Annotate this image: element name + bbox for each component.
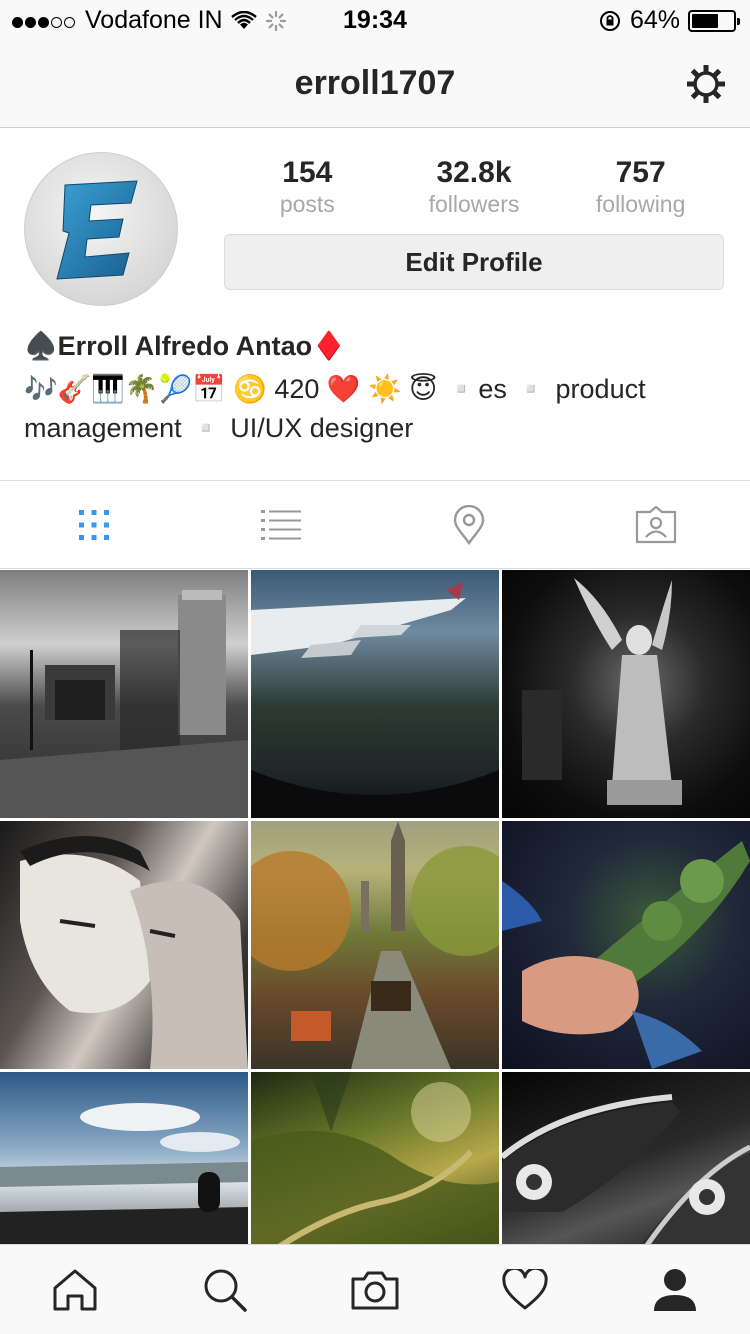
profile-stats: 154 posts 32.8k followers 757 following bbox=[224, 156, 724, 218]
stat-following[interactable]: 757 following bbox=[558, 156, 724, 218]
post-image bbox=[0, 590, 248, 818]
post-thumbnail[interactable] bbox=[251, 570, 499, 818]
rotation-lock-icon bbox=[599, 10, 620, 31]
home-icon bbox=[53, 1269, 97, 1310]
post-thumbnail[interactable] bbox=[0, 570, 248, 818]
tab-profile[interactable] bbox=[600, 1245, 750, 1334]
bottom-tab-bar bbox=[0, 1244, 750, 1334]
divider bbox=[0, 568, 750, 569]
post-image bbox=[251, 821, 499, 1069]
profile-name: ♠️Erroll Alfredo Antao♦️ bbox=[24, 331, 346, 361]
nav-bar: erroll1707 bbox=[0, 40, 750, 128]
profile-bio: 🎶🎸🎹🌴🎾📅 ♋️ 420 ❤️ ☀️ 😇 ▫️es ▫️ product ma… bbox=[24, 374, 646, 443]
post-thumbnail[interactable] bbox=[502, 570, 750, 818]
avatar-logo-icon bbox=[56, 180, 138, 280]
post-image bbox=[251, 1072, 499, 1244]
edit-profile-button[interactable]: Edit Profile bbox=[224, 234, 724, 290]
avatar[interactable] bbox=[24, 152, 178, 306]
post-image bbox=[20, 836, 248, 1069]
grid-icon bbox=[78, 510, 109, 540]
tab-list-view[interactable] bbox=[188, 482, 376, 568]
post-thumbnail[interactable] bbox=[502, 1072, 750, 1244]
heart-icon bbox=[502, 1268, 548, 1309]
followers-label: followers bbox=[428, 191, 520, 217]
post-image bbox=[251, 582, 499, 818]
tab-activity[interactable] bbox=[450, 1245, 600, 1334]
battery-percent: 64% bbox=[629, 6, 680, 34]
followers-count: 32.8k bbox=[436, 156, 512, 189]
post-thumbnail[interactable] bbox=[502, 821, 750, 1069]
tab-map-view[interactable] bbox=[375, 482, 563, 568]
tagged-user-icon bbox=[636, 506, 677, 544]
post-thumbnail[interactable] bbox=[0, 821, 248, 1069]
battery-area: 64% bbox=[598, 6, 740, 35]
search-icon bbox=[204, 1269, 247, 1312]
tab-home[interactable] bbox=[0, 1245, 150, 1334]
location-pin-icon bbox=[453, 505, 484, 545]
post-image bbox=[502, 841, 750, 1069]
stat-followers[interactable]: 32.8k followers bbox=[391, 156, 557, 218]
status-bar: Vodafone IN 19:34 64% bbox=[0, 0, 750, 40]
post-thumbnail[interactable] bbox=[251, 1072, 499, 1244]
following-count: 757 bbox=[615, 156, 666, 189]
photo-grid bbox=[0, 570, 750, 1244]
camera-icon bbox=[351, 1271, 399, 1309]
post-thumbnail[interactable] bbox=[251, 821, 499, 1069]
profile-icon bbox=[654, 1268, 696, 1311]
posts-label: posts bbox=[279, 191, 335, 217]
posts-count: 154 bbox=[282, 156, 333, 189]
stat-posts[interactable]: 154 posts bbox=[224, 156, 390, 218]
tab-grid-view[interactable] bbox=[0, 482, 188, 568]
divider bbox=[0, 480, 750, 481]
following-label: following bbox=[595, 191, 686, 217]
battery-icon bbox=[688, 9, 740, 32]
post-image bbox=[522, 578, 682, 805]
post-thumbnail[interactable] bbox=[0, 1072, 248, 1244]
tab-search[interactable] bbox=[150, 1245, 300, 1334]
username-title: erroll1707 bbox=[294, 64, 456, 102]
tab-camera[interactable] bbox=[300, 1245, 450, 1334]
tab-tagged-view[interactable] bbox=[563, 482, 750, 568]
list-icon bbox=[261, 510, 302, 540]
gear-icon[interactable] bbox=[684, 62, 728, 106]
post-image bbox=[0, 1103, 248, 1244]
post-image bbox=[502, 1094, 750, 1244]
view-tabs bbox=[0, 482, 750, 568]
